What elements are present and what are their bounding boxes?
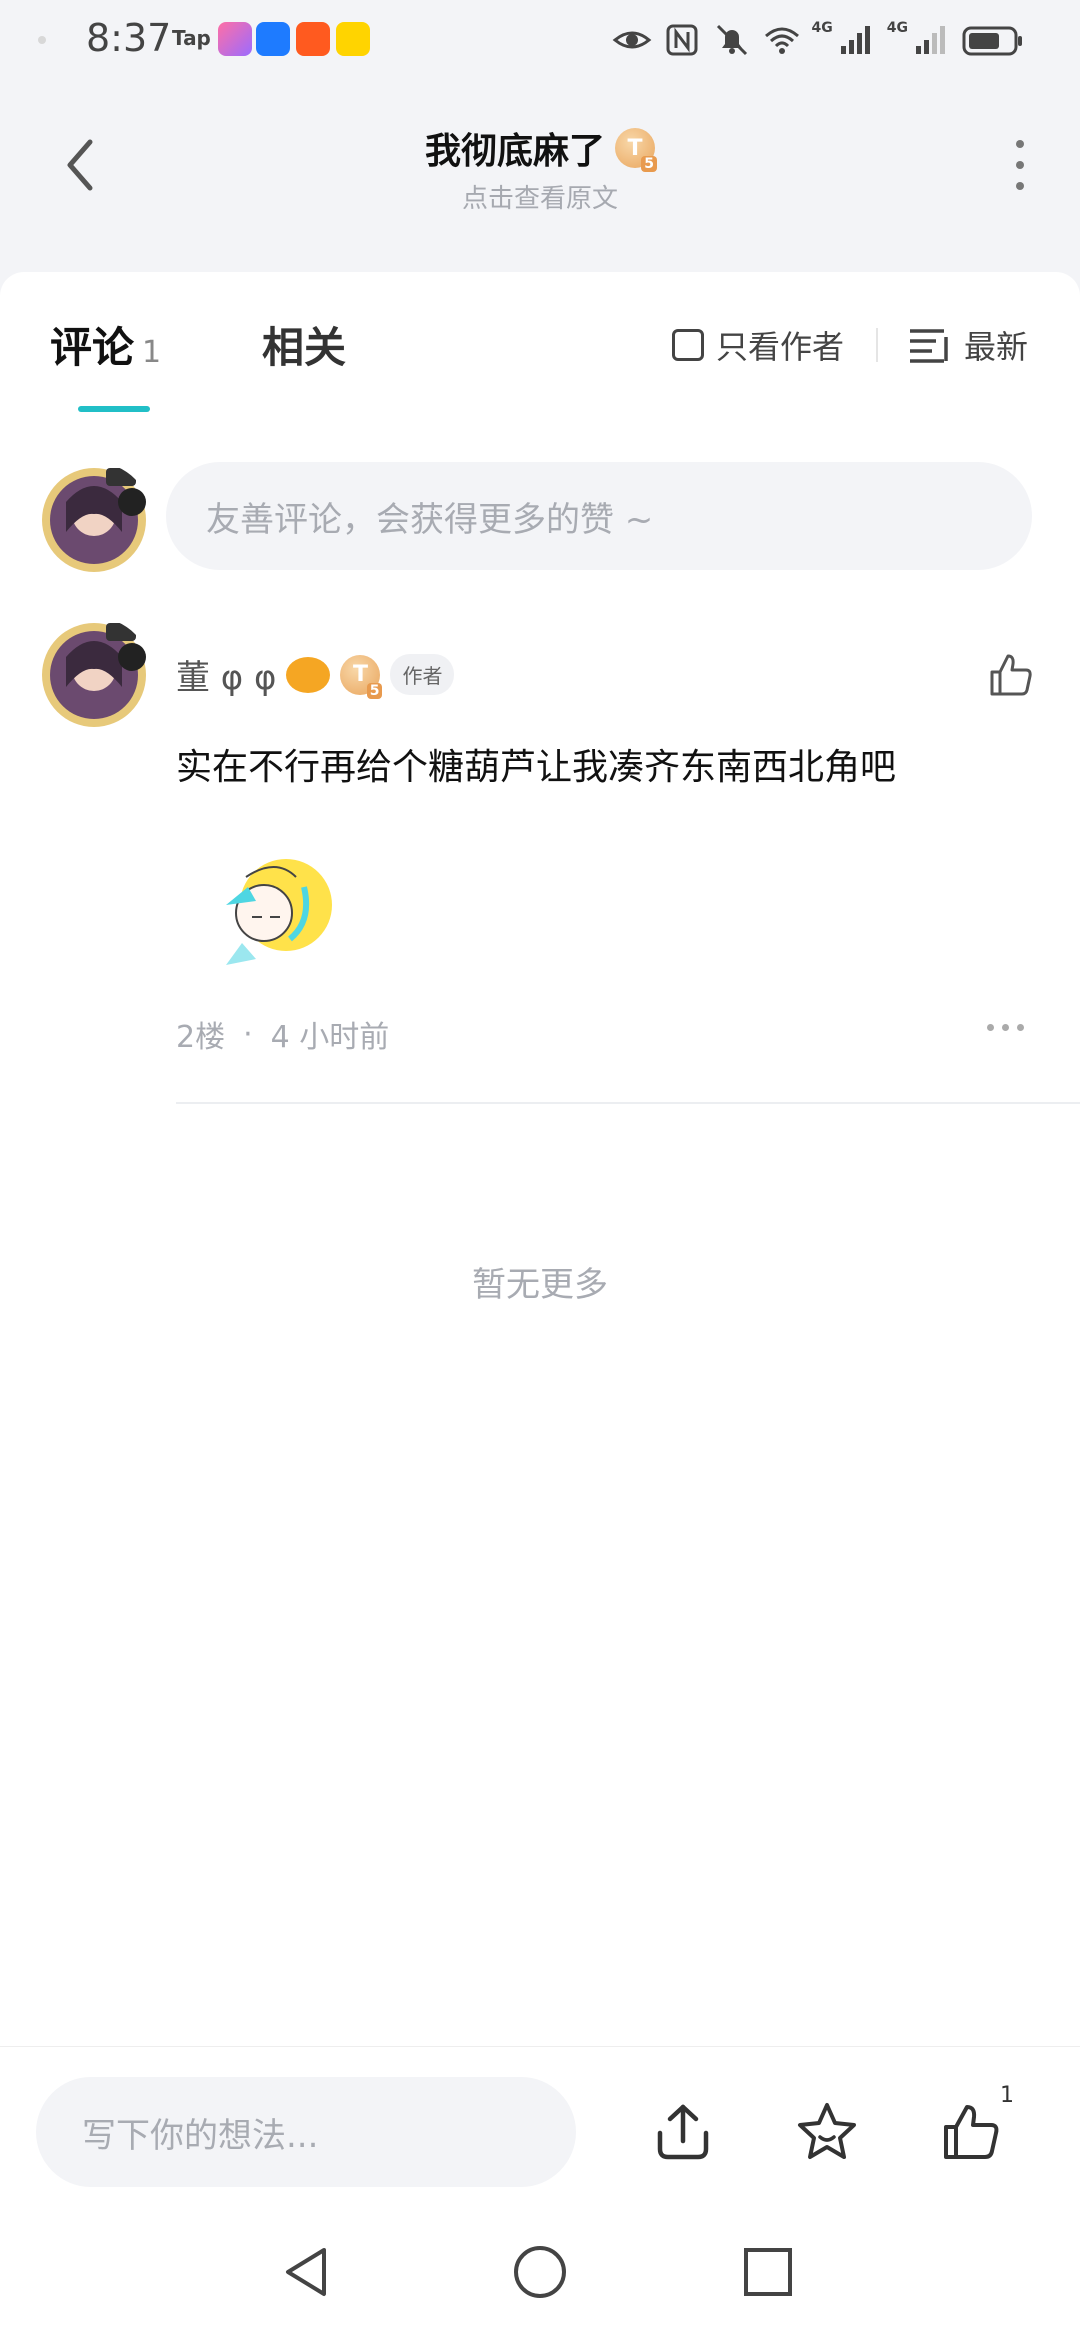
like-icon[interactable] <box>986 650 1036 700</box>
comment-meta: 2楼 · 4 小时前 <box>176 1012 389 1056</box>
level-badge-letter: T <box>627 135 643 161</box>
level-badge-number: 5 <box>366 682 383 699</box>
network-type-2: 4G <box>886 20 908 36</box>
mute-bell-icon <box>716 24 747 56</box>
nav-home-icon[interactable] <box>510 2242 570 2302</box>
no-more-text: 暂无更多 <box>472 1265 608 1305</box>
title-bar: 我彻底麻了 T 5 点击查看原文 <box>0 100 1080 230</box>
comment-header: 董 φ φ T 5 作者 <box>176 650 455 699</box>
active-tab-indicator <box>78 406 150 412</box>
sort-icon <box>910 329 948 363</box>
fish-emblem-icon <box>286 656 331 693</box>
only-author-toggle[interactable]: 只看作者 <box>672 322 844 368</box>
comment-input[interactable]: 友善评论，会获得更多的赞 ~ <box>166 462 1032 570</box>
my-avatar[interactable] <box>36 462 152 578</box>
divider <box>176 1102 1080 1104</box>
weather-notification-icon <box>256 22 290 56</box>
sort-label: 最新 <box>964 328 1029 366</box>
level-badge-letter: T <box>352 662 368 687</box>
comment-time: 4 小时前 <box>270 1020 390 1055</box>
battery-icon <box>962 26 1022 56</box>
tab-comments-label: 评论 <box>50 323 135 372</box>
taptap-notification-icon: Tap <box>172 26 211 50</box>
comments-card: 评论 1 相关 只看作者 最新 友善评论，会获得更多的赞 ~ 董 φ φ T 5 … <box>0 272 1080 2052</box>
floor-number: 2楼 <box>176 1020 226 1055</box>
status-time: 8:37 <box>86 16 172 60</box>
share-icon[interactable] <box>650 2099 716 2165</box>
more-horizontal-icon[interactable] <box>987 1024 1024 1031</box>
commenter-name[interactable]: 董 φ φ <box>176 650 276 699</box>
checkbox-icon[interactable] <box>672 329 704 361</box>
commenter-avatar[interactable] <box>36 617 152 733</box>
only-author-label: 只看作者 <box>716 328 845 366</box>
app-notification-icon <box>218 22 252 56</box>
status-icons: 4G 4G <box>612 18 1024 62</box>
signal-icon <box>840 26 870 54</box>
sort-button[interactable]: 最新 <box>908 322 1028 368</box>
eye-icon <box>612 31 651 49</box>
author-tag: 作者 <box>390 654 455 695</box>
meta-separator: · <box>243 1016 253 1052</box>
wifi-icon <box>764 27 799 54</box>
post-title: 我彻底麻了 <box>424 131 605 172</box>
sticker-image[interactable] <box>196 847 346 977</box>
comment-text: 实在不行再给个糖葫芦让我凑齐东南西北角吧 <box>176 747 897 788</box>
taobao-notification-icon <box>296 22 330 56</box>
signal-icon-2 <box>916 26 945 54</box>
nav-recents-icon[interactable] <box>738 2242 798 2302</box>
network-type-1: 4G <box>811 20 833 36</box>
view-original-link[interactable]: 点击查看原文 <box>0 178 1080 215</box>
level-badge-number: 5 <box>641 156 657 172</box>
favorite-star-icon[interactable] <box>794 2099 860 2165</box>
bottom-action-bar: 写下你的想法... 1 <box>0 2046 1080 2206</box>
divider <box>876 328 878 362</box>
app-notification-icon-2 <box>336 22 370 56</box>
more-options-icon[interactable] <box>1010 140 1030 190</box>
nfc-icon <box>666 24 698 56</box>
status-dot <box>38 36 46 44</box>
like-icon[interactable] <box>938 2099 1004 2165</box>
level-badge-icon: T 5 <box>340 654 383 699</box>
tab-bar: 评论 1 相关 只看作者 最新 <box>0 272 1080 412</box>
title-block[interactable]: 我彻底麻了 T 5 点击查看原文 <box>0 122 1080 215</box>
tab-comments-count: 1 <box>142 335 162 370</box>
tab-related[interactable]: 相关 <box>262 314 346 375</box>
nav-back-icon[interactable] <box>278 2242 338 2302</box>
level-badge-icon: T 5 <box>615 128 657 172</box>
tab-comments[interactable]: 评论 1 <box>50 314 161 375</box>
write-thoughts-input[interactable]: 写下你的想法... <box>36 2077 576 2187</box>
status-bar: 8:37 Tap 4G 4G <box>0 0 1080 80</box>
like-count: 1 <box>1000 2083 1014 2108</box>
system-nav-bar <box>0 2206 1080 2340</box>
